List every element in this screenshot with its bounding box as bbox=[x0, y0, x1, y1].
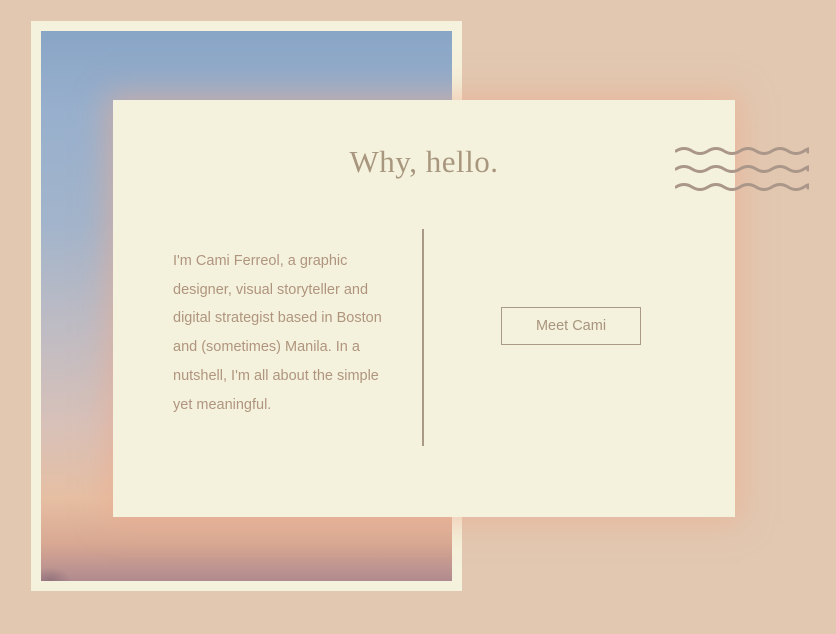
bio-text: I'm Cami Ferreol, a graphic designer, vi… bbox=[173, 253, 382, 413]
intro-postcard: Why, hello. I'm Cami Ferreol, a graphic … bbox=[113, 100, 735, 517]
card-title: Why, hello. bbox=[349, 144, 499, 179]
photo-vignette bbox=[41, 567, 71, 581]
meet-cami-button[interactable]: Meet Cami bbox=[501, 307, 641, 345]
postcard-divider bbox=[422, 229, 424, 446]
postmark-waves-icon bbox=[675, 147, 809, 191]
